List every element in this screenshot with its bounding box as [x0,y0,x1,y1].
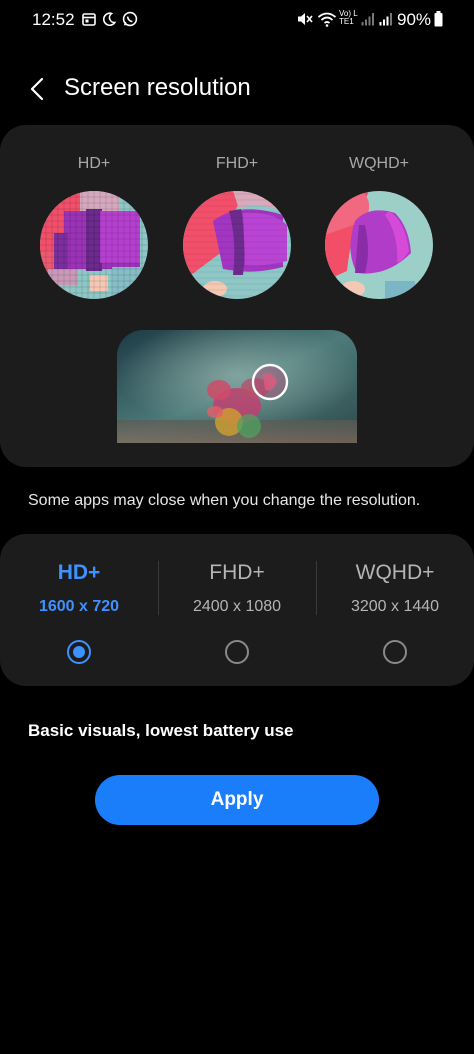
preview-lens-wqhd [325,191,433,299]
preview-lens-fhd [183,191,291,299]
moon-icon [102,11,116,27]
resolution-note: Some apps may close when you change the … [28,492,421,509]
option-wqhd-radio[interactable] [383,640,407,664]
battery-percent: 90% [397,10,432,29]
status-bar: 12:52 Vo) LTE1 90% [0,0,474,40]
option-fhd-name: FHD+ [209,561,265,584]
volte-label: Vo) LTE1 [339,9,358,26]
option-wqhd[interactable]: WQHD+ 3200 x 1440 [316,534,474,686]
page-title: Screen resolution [64,74,251,101]
resolution-description: Basic visuals, lowest battery use [28,721,294,740]
option-fhd[interactable]: FHD+ 2400 x 1080 [158,534,316,686]
preview-label-hd: HD+ [77,155,111,172]
resolution-preview-card: HD+ FHD+ WQHD+ [0,125,474,467]
whatsapp-icon [122,11,138,27]
signal-icon [379,11,393,27]
option-hd[interactable]: HD+ 1600 x 720 [0,534,158,686]
wifi-icon [317,11,337,27]
calendar-icon [82,11,96,27]
battery-icon [434,11,443,27]
preview-label-wqhd: WQHD+ [349,155,409,172]
back-button[interactable] [20,72,54,106]
option-hd-name: HD+ [57,561,101,584]
wallpaper-preview [117,330,357,443]
option-wqhd-resolution: 3200 x 1440 [350,598,440,615]
option-fhd-radio[interactable] [225,640,249,664]
option-wqhd-name: WQHD+ [355,561,435,584]
preview-label-fhd: FHD+ [215,155,259,172]
chevron-left-icon [30,77,44,101]
mute-icon [296,11,313,27]
signal-icon [361,11,375,27]
volte-icon: Vo) LTE1 [339,10,359,26]
preview-lens-hd [40,191,148,299]
option-hd-radio[interactable] [67,640,91,664]
option-hd-resolution: 1600 x 720 [38,598,120,615]
option-fhd-resolution: 2400 x 1080 [192,598,282,615]
status-time: 12:52 [32,10,75,29]
resolution-options: HD+ 1600 x 720 FHD+ 2400 x 1080 WQHD+ 32… [0,534,474,686]
apply-button[interactable]: Apply [95,775,379,825]
